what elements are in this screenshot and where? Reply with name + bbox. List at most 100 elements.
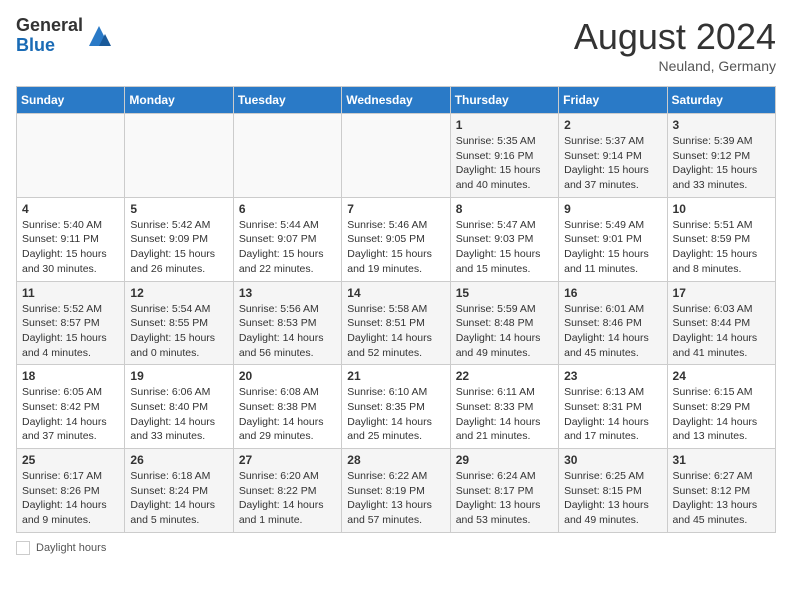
calendar-day-cell: 15 Sunrise: 5:59 AM Sunset: 8:48 PM Dayli…	[450, 281, 558, 365]
calendar-day-cell: 24Sunrise: 6:15 AM Sunset: 8:29 PM Dayli…	[667, 365, 775, 449]
day-info: Sunrise: 5:56 AM Sunset: 8:53 PM Dayligh…	[239, 302, 336, 361]
day-number: 3	[673, 118, 770, 132]
calendar-day-cell: 27 Sunrise: 6:20 AM Sunset: 8:22 PM Dayli…	[233, 449, 341, 533]
logo: General Blue	[16, 16, 113, 56]
day-number: 25	[22, 453, 119, 467]
day-number: 27	[239, 453, 336, 467]
day-number: 21	[347, 369, 444, 383]
day-info: Sunrise: 5:42 AM Sunset: 9:09 PM Dayligh…	[130, 218, 227, 277]
logo-blue-text: Blue	[16, 35, 55, 55]
calendar-day-cell: 19Sunrise: 6:06 AM Sunset: 8:40 PM Dayli…	[125, 365, 233, 449]
day-number: 20	[239, 369, 336, 383]
day-number: 12	[130, 286, 227, 300]
calendar-day-cell: 25 Sunrise: 6:17 AM Sunset: 8:26 PM Dayli…	[17, 449, 125, 533]
day-info: Sunrise: 6:08 AM Sunset: 8:38 PM Dayligh…	[239, 385, 336, 444]
calendar-day-cell: 13 Sunrise: 5:56 AM Sunset: 8:53 PM Dayli…	[233, 281, 341, 365]
calendar-day-header: Thursday	[450, 87, 558, 114]
calendar-day-cell: 7 Sunrise: 5:46 AM Sunset: 9:05 PM Daylig…	[342, 197, 450, 281]
day-info: Sunrise: 5:51 AM Sunset: 8:59 PM Dayligh…	[673, 218, 770, 277]
day-number: 23	[564, 369, 661, 383]
calendar-day-cell: 6Sunrise: 5:44 AM Sunset: 9:07 PM Daylig…	[233, 197, 341, 281]
calendar-week-row: 25 Sunrise: 6:17 AM Sunset: 8:26 PM Dayli…	[17, 449, 776, 533]
day-info: Sunrise: 6:17 AM Sunset: 8:26 PM Dayligh…	[22, 469, 119, 528]
day-number: 10	[673, 202, 770, 216]
calendar-day-cell: 5 Sunrise: 5:42 AM Sunset: 9:09 PM Daylig…	[125, 197, 233, 281]
calendar-day-cell: 14Sunrise: 5:58 AM Sunset: 8:51 PM Dayli…	[342, 281, 450, 365]
calendar-day-cell: 4 Sunrise: 5:40 AM Sunset: 9:11 PM Daylig…	[17, 197, 125, 281]
day-info: Sunrise: 6:13 AM Sunset: 8:31 PM Dayligh…	[564, 385, 661, 444]
calendar-week-row: 18 Sunrise: 6:05 AM Sunset: 8:42 PM Dayli…	[17, 365, 776, 449]
day-number: 15	[456, 286, 553, 300]
day-number: 30	[564, 453, 661, 467]
calendar-table: SundayMondayTuesdayWednesdayThursdayFrid…	[16, 86, 776, 533]
day-info: Sunrise: 6:05 AM Sunset: 8:42 PM Dayligh…	[22, 385, 119, 444]
day-info: Sunrise: 6:27 AM Sunset: 8:12 PM Dayligh…	[673, 469, 770, 528]
day-info: Sunrise: 5:46 AM Sunset: 9:05 PM Dayligh…	[347, 218, 444, 277]
day-number: 19	[130, 369, 227, 383]
day-info: Sunrise: 6:18 AM Sunset: 8:24 PM Dayligh…	[130, 469, 227, 528]
calendar-footer: Daylight hours	[16, 541, 776, 555]
day-number: 6	[239, 202, 336, 216]
day-info: Sunrise: 6:10 AM Sunset: 8:35 PM Dayligh…	[347, 385, 444, 444]
day-number: 17	[673, 286, 770, 300]
calendar-day-cell: 17 Sunrise: 6:03 AM Sunset: 8:44 PM Dayli…	[667, 281, 775, 365]
day-number: 13	[239, 286, 336, 300]
calendar-day-cell: 30 Sunrise: 6:25 AM Sunset: 8:15 PM Dayli…	[559, 449, 667, 533]
calendar-day-cell	[125, 114, 233, 198]
day-number: 16	[564, 286, 661, 300]
calendar-day-cell: 2Sunrise: 5:37 AM Sunset: 9:14 PM Daylig…	[559, 114, 667, 198]
calendar-day-cell: 12 Sunrise: 5:54 AM Sunset: 8:55 PM Dayli…	[125, 281, 233, 365]
calendar-day-cell: 23 Sunrise: 6:13 AM Sunset: 8:31 PM Dayli…	[559, 365, 667, 449]
calendar-day-cell: 3 Sunrise: 5:39 AM Sunset: 9:12 PM Daylig…	[667, 114, 775, 198]
day-info: Sunrise: 6:20 AM Sunset: 8:22 PM Dayligh…	[239, 469, 336, 528]
calendar-day-cell: 28 Sunrise: 6:22 AM Sunset: 8:19 PM Dayli…	[342, 449, 450, 533]
day-info: Sunrise: 5:52 AM Sunset: 8:57 PM Dayligh…	[22, 302, 119, 361]
day-info: Sunrise: 6:15 AM Sunset: 8:29 PM Dayligh…	[673, 385, 770, 444]
calendar-week-row: 4 Sunrise: 5:40 AM Sunset: 9:11 PM Daylig…	[17, 197, 776, 281]
day-number: 5	[130, 202, 227, 216]
day-info: Sunrise: 6:25 AM Sunset: 8:15 PM Dayligh…	[564, 469, 661, 528]
calendar-day-cell: 18 Sunrise: 6:05 AM Sunset: 8:42 PM Dayli…	[17, 365, 125, 449]
day-number: 18	[22, 369, 119, 383]
calendar-day-header: Sunday	[17, 87, 125, 114]
day-number: 14	[347, 286, 444, 300]
day-info: Sunrise: 5:39 AM Sunset: 9:12 PM Dayligh…	[673, 134, 770, 193]
calendar-day-header: Tuesday	[233, 87, 341, 114]
day-number: 28	[347, 453, 444, 467]
calendar-day-cell: 20 Sunrise: 6:08 AM Sunset: 8:38 PM Dayli…	[233, 365, 341, 449]
calendar-day-cell	[342, 114, 450, 198]
day-number: 4	[22, 202, 119, 216]
calendar-day-header: Wednesday	[342, 87, 450, 114]
calendar-day-cell: 16 Sunrise: 6:01 AM Sunset: 8:46 PM Dayli…	[559, 281, 667, 365]
calendar-day-cell	[17, 114, 125, 198]
calendar-day-header: Monday	[125, 87, 233, 114]
calendar-day-cell: 26Sunrise: 6:18 AM Sunset: 8:24 PM Dayli…	[125, 449, 233, 533]
calendar-day-cell: 11Sunrise: 5:52 AM Sunset: 8:57 PM Dayli…	[17, 281, 125, 365]
day-info: Sunrise: 5:54 AM Sunset: 8:55 PM Dayligh…	[130, 302, 227, 361]
calendar-day-cell: 10 Sunrise: 5:51 AM Sunset: 8:59 PM Dayli…	[667, 197, 775, 281]
day-number: 8	[456, 202, 553, 216]
day-info: Sunrise: 6:01 AM Sunset: 8:46 PM Dayligh…	[564, 302, 661, 361]
day-info: Sunrise: 5:47 AM Sunset: 9:03 PM Dayligh…	[456, 218, 553, 277]
day-number: 22	[456, 369, 553, 383]
page-header: General Blue August 2024 Neuland, German…	[16, 16, 776, 74]
title-block: August 2024 Neuland, Germany	[574, 16, 776, 74]
calendar-week-row: 1Sunrise: 5:35 AM Sunset: 9:16 PM Daylig…	[17, 114, 776, 198]
calendar-header-row: SundayMondayTuesdayWednesdayThursdayFrid…	[17, 87, 776, 114]
logo-icon	[85, 22, 113, 50]
day-info: Sunrise: 5:40 AM Sunset: 9:11 PM Dayligh…	[22, 218, 119, 277]
day-info: Sunrise: 6:03 AM Sunset: 8:44 PM Dayligh…	[673, 302, 770, 361]
day-info: Sunrise: 5:49 AM Sunset: 9:01 PM Dayligh…	[564, 218, 661, 277]
calendar-day-cell: 31Sunrise: 6:27 AM Sunset: 8:12 PM Dayli…	[667, 449, 775, 533]
day-info: Sunrise: 5:59 AM Sunset: 8:48 PM Dayligh…	[456, 302, 553, 361]
calendar-day-cell: 21 Sunrise: 6:10 AM Sunset: 8:35 PM Dayli…	[342, 365, 450, 449]
day-number: 7	[347, 202, 444, 216]
day-info: Sunrise: 6:22 AM Sunset: 8:19 PM Dayligh…	[347, 469, 444, 528]
day-number: 29	[456, 453, 553, 467]
calendar-day-header: Friday	[559, 87, 667, 114]
daylight-label: Daylight hours	[36, 542, 106, 554]
calendar-day-cell: 9 Sunrise: 5:49 AM Sunset: 9:01 PM Daylig…	[559, 197, 667, 281]
day-info: Sunrise: 5:35 AM Sunset: 9:16 PM Dayligh…	[456, 134, 553, 193]
day-info: Sunrise: 6:11 AM Sunset: 8:33 PM Dayligh…	[456, 385, 553, 444]
day-number: 9	[564, 202, 661, 216]
